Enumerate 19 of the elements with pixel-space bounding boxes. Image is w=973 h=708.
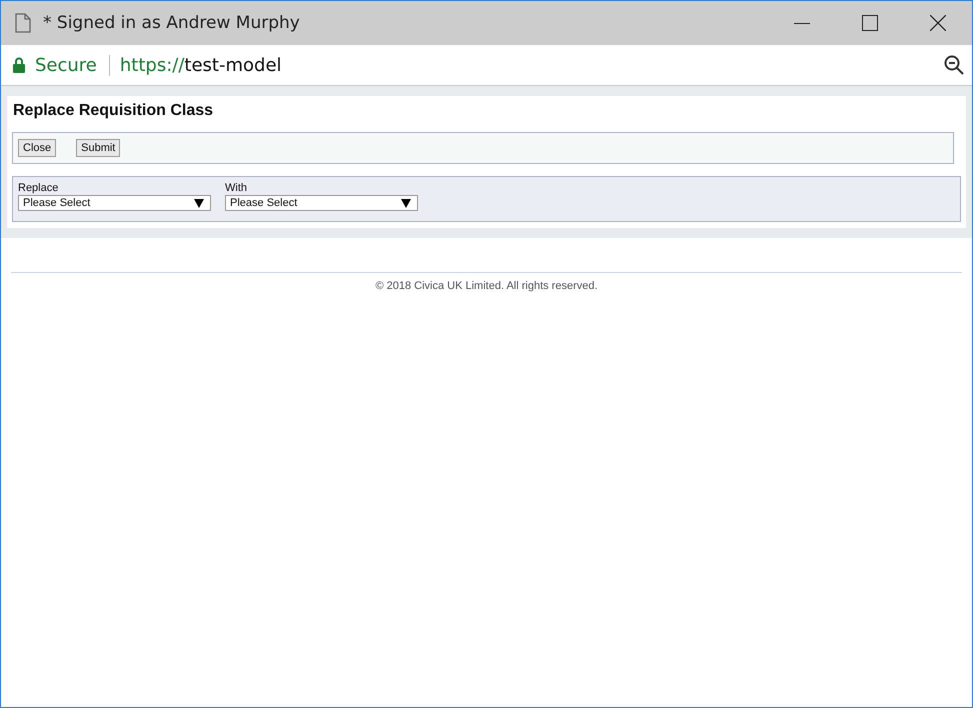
- lock-icon: [13, 57, 25, 73]
- document-icon: [15, 13, 31, 33]
- close-icon[interactable]: [930, 15, 946, 31]
- field-label: With: [225, 182, 248, 194]
- minimize-icon[interactable]: [794, 22, 810, 24]
- caret-icon: [401, 198, 411, 208]
- field-label: Replace: [18, 182, 60, 194]
- window-title: * Signed in as Andrew Murphy: [43, 13, 301, 33]
- dropdown[interactable]: Please Select: [18, 195, 211, 211]
- action-button[interactable]: Close: [18, 139, 56, 157]
- page-heading: Replace Requisition Class: [13, 102, 214, 120]
- action-button[interactable]: Submit: [76, 139, 120, 157]
- dropdown[interactable]: Please Select: [225, 195, 418, 211]
- copyright-text: © 2018 Civica UK Limited. All rights reserved.: [374, 280, 599, 292]
- url-text: https://test-model: [120, 54, 283, 76]
- security-label: Secure: [35, 54, 110, 76]
- zoom-out-icon[interactable]: [944, 55, 964, 75]
- caret-icon: [194, 198, 204, 208]
- maximize-icon[interactable]: [862, 15, 878, 31]
